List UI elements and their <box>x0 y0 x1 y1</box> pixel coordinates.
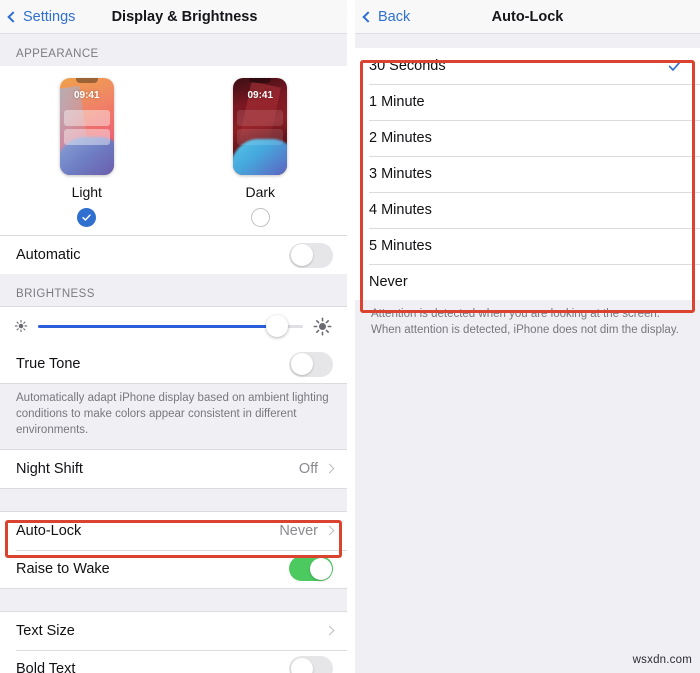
notch-icon <box>75 78 98 83</box>
appearance-label-dark: Dark <box>245 184 276 200</box>
toggle-true-tone[interactable] <box>289 351 333 377</box>
notification-card <box>237 110 284 126</box>
right-navbar: Back Auto-Lock <box>355 0 700 34</box>
notification-card <box>63 110 110 126</box>
option-label: 4 Minutes <box>369 202 432 218</box>
option-label: 3 Minutes <box>369 166 432 182</box>
sun-large-icon <box>313 316 332 336</box>
section-gap <box>0 488 347 511</box>
row-label-true-tone: True Tone <box>16 356 81 372</box>
row-text-size[interactable]: Text Size <box>0 611 347 650</box>
attention-footnote: Attention is detected when you are looki… <box>371 308 679 336</box>
panel-divider <box>347 0 355 673</box>
chevron-right-icon <box>324 463 335 474</box>
display-brightness-screen: Settings Display & Brightness APPEARANCE… <box>0 0 347 673</box>
back-to-settings-button[interactable]: Settings <box>0 9 75 25</box>
auto-lock-option-5-minutes[interactable]: 5 Minutes <box>355 228 700 264</box>
row-bold-text[interactable]: Bold Text <box>0 649 347 673</box>
auto-lock-value: Never <box>279 522 318 539</box>
auto-lock-option-never[interactable]: Never <box>355 264 700 300</box>
auto-lock-option-2-minutes[interactable]: 2 Minutes <box>355 120 700 156</box>
notch-icon <box>249 78 272 83</box>
option-label: 1 Minute <box>369 94 425 110</box>
radio-unselected-dark[interactable] <box>250 208 270 227</box>
night-shift-value: Off <box>298 460 318 477</box>
check-icon <box>668 60 682 71</box>
appearance-options: 09:41 Light 09:41 Dark <box>0 66 347 236</box>
toggle-raise-to-wake[interactable] <box>289 556 333 582</box>
row-label-raise-to-wake: Raise to Wake <box>16 560 110 577</box>
auto-lock-option-4-minutes[interactable]: 4 Minutes <box>355 192 700 228</box>
appearance-option-light[interactable]: 09:41 Light <box>32 78 142 227</box>
brightness-section-header: BRIGHTNESS <box>16 288 95 300</box>
row-label-automatic: Automatic <box>16 247 81 263</box>
back-button-label: Back <box>378 8 411 25</box>
slider-knob[interactable] <box>265 315 288 337</box>
option-label: 30 Seconds <box>369 58 446 74</box>
dual-screenshot: Settings Display & Brightness APPEARANCE… <box>0 0 700 673</box>
auto-lock-option-30-seconds[interactable]: 30 Seconds <box>355 48 700 84</box>
appearance-option-dark[interactable]: 09:41 Dark <box>205 78 315 227</box>
back-button-label: Settings <box>23 8 76 25</box>
toggle-automatic[interactable] <box>289 242 333 268</box>
check-icon <box>82 214 91 221</box>
lockscreen-clock: 09:41 <box>247 90 274 101</box>
auto-lock-option-3-minutes[interactable]: 3 Minutes <box>355 156 700 192</box>
section-gap <box>355 34 700 48</box>
notification-card <box>63 129 110 145</box>
appearance-label-light: Light <box>71 184 102 200</box>
notification-card <box>237 129 284 145</box>
toggle-knob <box>309 557 332 580</box>
toggle-knob <box>290 244 313 266</box>
slider-track-fill <box>38 324 277 328</box>
option-label: 5 Minutes <box>369 238 432 254</box>
row-automatic[interactable]: Automatic <box>0 236 347 274</box>
watermark: wsxdn.com <box>632 654 692 666</box>
toggle-bold-text[interactable] <box>289 656 333 673</box>
back-button[interactable]: Back <box>355 9 410 25</box>
row-label-text-size: Text Size <box>16 622 75 639</box>
brightness-group: True Tone <box>0 306 347 384</box>
auto-lock-options-list: 30 Seconds 1 Minute 2 Minutes 3 Minutes … <box>355 48 700 300</box>
row-night-shift[interactable]: Night Shift Off <box>0 449 347 488</box>
row-label-night-shift: Night Shift <box>16 460 83 477</box>
lockscreen-clock: 09:41 <box>73 90 100 101</box>
text-group: Text Size Bold Text <box>0 610 347 673</box>
row-brightness-slider[interactable] <box>0 307 347 345</box>
row-true-tone[interactable]: True Tone <box>0 345 347 383</box>
chevron-right-icon <box>324 625 335 636</box>
toggle-knob <box>290 657 313 673</box>
row-raise-to-wake[interactable]: Raise to Wake <box>0 549 347 588</box>
chevron-right-icon <box>324 525 335 536</box>
appearance-section-header: APPEARANCE <box>16 48 99 60</box>
sun-small-icon <box>14 319 28 333</box>
row-label-bold-text: Bold Text <box>16 660 76 673</box>
radio-selected-light[interactable] <box>77 208 97 227</box>
row-auto-lock[interactable]: Auto-Lock Never <box>0 511 347 550</box>
auto-lock-group: Auto-Lock Never Raise to Wake <box>0 510 347 589</box>
light-wallpaper-thumbnail: 09:41 <box>59 78 114 175</box>
dark-wallpaper-thumbnail: 09:41 <box>233 78 288 175</box>
row-label-auto-lock: Auto-Lock <box>16 522 82 539</box>
option-label: Never <box>369 274 408 290</box>
true-tone-footnote: Automatically adapt iPhone display based… <box>0 384 347 449</box>
brightness-track[interactable] <box>38 315 303 337</box>
left-navbar: Settings Display & Brightness <box>0 0 347 34</box>
auto-lock-screen: Back Auto-Lock 30 Seconds 1 Minute 2 Min… <box>355 0 700 673</box>
option-label: 2 Minutes <box>369 130 432 146</box>
section-gap <box>0 588 347 611</box>
night-shift-group: Night Shift Off <box>0 448 347 489</box>
auto-lock-option-1-minute[interactable]: 1 Minute <box>355 84 700 120</box>
toggle-knob <box>290 353 313 375</box>
chevron-left-icon <box>362 10 374 23</box>
chevron-left-icon <box>7 10 19 23</box>
